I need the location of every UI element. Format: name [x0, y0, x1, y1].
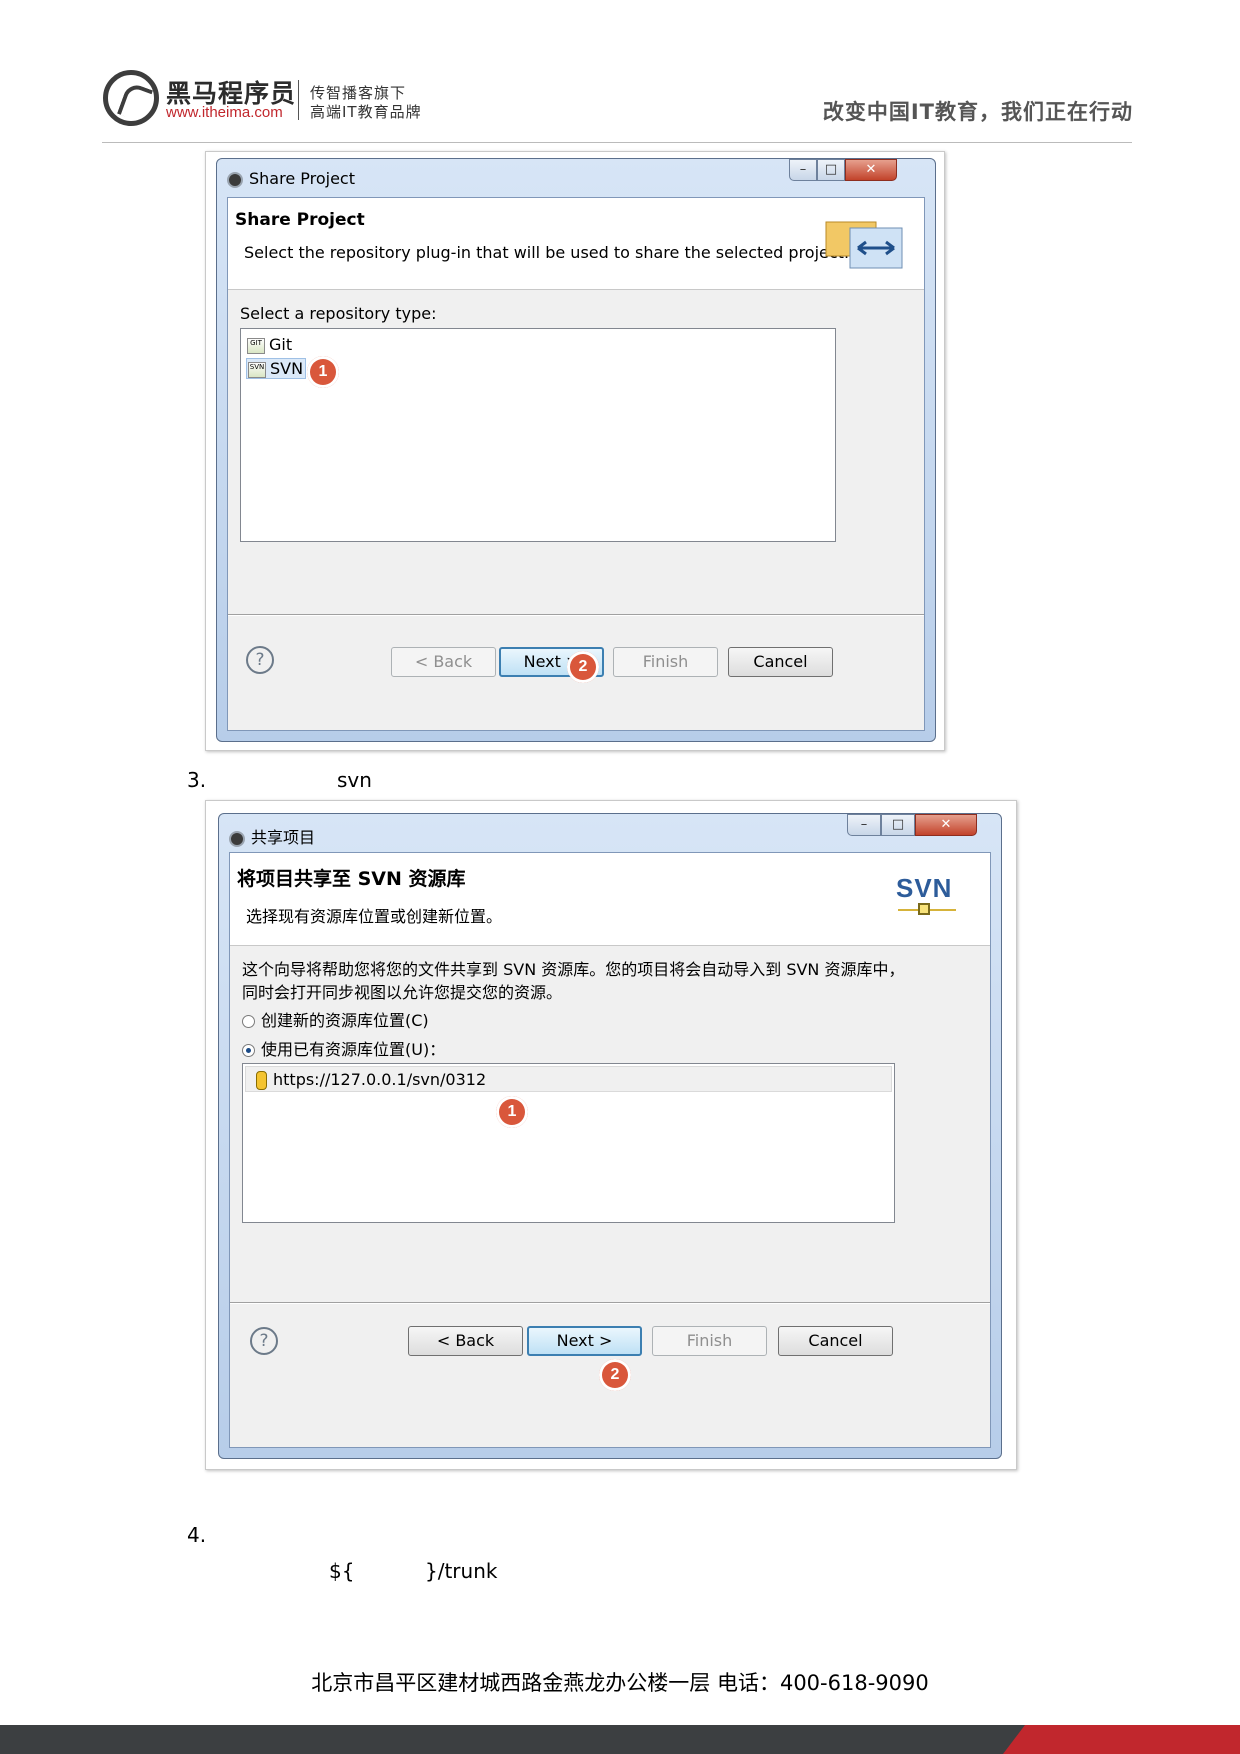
- brand-tagline-1: 传智播客旗下: [310, 84, 407, 102]
- radio-create-new-location[interactable]: 创建新的资源库位置(C): [242, 1007, 429, 1031]
- repository-icon: [256, 1071, 267, 1090]
- repository-location-list[interactable]: https://127.0.0.1/svn/0312: [242, 1063, 895, 1223]
- trunk-path-prefix: ${: [329, 1559, 355, 1583]
- step-badge-2: 2: [599, 1359, 631, 1391]
- footer-address: 北京市昌平区建材城西路金燕龙办公楼一层 电话：400-618-9090: [311, 1671, 929, 1695]
- step-badge-1: 1: [496, 1096, 528, 1128]
- wizard-banner: Share Project Select the repository plug…: [228, 198, 924, 290]
- help-icon[interactable]: ?: [246, 646, 274, 674]
- cancel-button[interactable]: Cancel: [728, 647, 833, 677]
- brand-tagline-2: 高端IT教育品牌: [310, 103, 422, 121]
- step-4-number: 4.: [187, 1523, 207, 1547]
- radio-unchecked-icon: [242, 1015, 255, 1028]
- step-badge-1: 1: [307, 356, 339, 388]
- eclipse-icon: [229, 830, 245, 847]
- share-folders-icon: [825, 221, 903, 269]
- trunk-path-suffix: }/trunk: [425, 1559, 498, 1583]
- radio-checked-icon: [242, 1044, 255, 1057]
- back-button[interactable]: < Back: [408, 1326, 523, 1356]
- window-title: Share Project: [249, 169, 355, 188]
- header-divider: [102, 142, 1132, 143]
- minimize-button[interactable]: –: [847, 814, 881, 836]
- list-item-svn[interactable]: SVN SVN: [246, 358, 307, 379]
- window-controls: – □ ✕: [847, 814, 977, 836]
- wizard-banner: 将项目共享至 SVN 资源库 选择现有资源库位置或创建新位置。 SVN: [230, 853, 990, 946]
- cancel-button[interactable]: Cancel: [778, 1326, 893, 1356]
- itheima-logo-icon: [103, 70, 159, 126]
- header-slogan: 改变中国IT教育，我们正在行动: [822, 100, 1133, 124]
- back-button[interactable]: < Back: [391, 647, 496, 677]
- step-3-text: svn: [337, 768, 372, 792]
- brand-url: www.itheima.com: [166, 104, 283, 121]
- wizard-heading: Share Project: [235, 210, 365, 230]
- eclipse-icon: [227, 171, 243, 188]
- window-controls: – □ ✕: [789, 159, 897, 181]
- wizard-description: 选择现有资源库位置或创建新位置。: [246, 907, 503, 926]
- share-to-svn-screenshot: 共享项目 – □ ✕ 将项目共享至 SVN 资源库 选择现有资源库位置或创建新位…: [205, 800, 1017, 1470]
- button-bar-separator: [228, 614, 924, 616]
- repository-location-row[interactable]: https://127.0.0.1/svn/0312: [245, 1066, 892, 1092]
- finish-button[interactable]: Finish: [613, 647, 718, 677]
- window-titlebar: 共享项目: [229, 824, 315, 848]
- footer-accent: [1003, 1725, 1240, 1754]
- next-button[interactable]: Next >: [527, 1326, 642, 1356]
- wizard-heading: 将项目共享至 SVN 资源库: [237, 868, 466, 890]
- window-titlebar: Share Project: [227, 169, 355, 193]
- finish-button[interactable]: Finish: [652, 1326, 767, 1356]
- share-project-screenshot: Share Project – □ ✕ Share Project Select…: [205, 151, 945, 751]
- wizard-info-text: 这个向导将帮助您将您的文件共享到 SVN 资源库。您的项目将会自动导入到 SVN…: [242, 960, 905, 1002]
- svn-plugin-icon: SVN: [248, 361, 266, 378]
- brand-divider: [298, 80, 299, 120]
- step-3-number: 3.: [187, 768, 207, 792]
- close-button[interactable]: ✕: [845, 159, 897, 181]
- maximize-button[interactable]: □: [817, 159, 845, 181]
- svn-logo-icon: SVN: [896, 873, 958, 925]
- minimize-button[interactable]: –: [789, 159, 817, 181]
- help-icon[interactable]: ?: [250, 1327, 278, 1355]
- window-title: 共享项目: [251, 828, 316, 847]
- step-badge-2: 2: [567, 651, 599, 683]
- button-bar-separator: [230, 1302, 990, 1304]
- maximize-button[interactable]: □: [881, 814, 915, 836]
- wizard-description: Select the repository plug-in that will …: [244, 243, 850, 262]
- list-item-git[interactable]: GIT Git: [247, 335, 292, 354]
- git-plugin-icon: GIT: [247, 337, 265, 354]
- repository-type-label: Select a repository type:: [240, 304, 437, 323]
- close-button[interactable]: ✕: [915, 814, 977, 836]
- radio-use-existing-location[interactable]: 使用已有资源库位置(U)：: [242, 1036, 445, 1060]
